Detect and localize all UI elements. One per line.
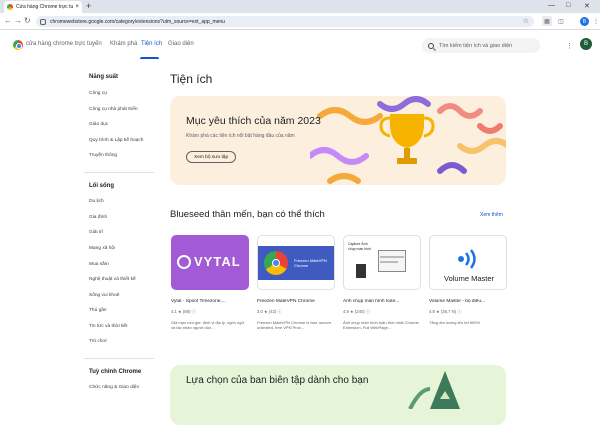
sidebar-item-news-weather[interactable]: Tin tức và thời tiết <box>89 324 127 329</box>
vytal-thumb-text: VYTAL <box>194 254 241 269</box>
card-name: Freezen MateVPN Chrome <box>257 299 315 304</box>
search-icon <box>428 42 434 49</box>
freezen-thumbnail: Freezen MateVPN Chrome <box>257 235 335 290</box>
volume-master-thumb-text: Volume Master <box>443 274 495 283</box>
address-bar[interactable]: chromewebstore.google.com/category/exten… <box>36 16 534 27</box>
confetti-illustration <box>310 96 506 184</box>
sidebar-item-workflow-planning[interactable]: Quy trình & Lập kế hoạch <box>89 138 143 143</box>
bookmark-star-icon[interactable]: ☆ <box>523 17 529 25</box>
sidebar-item-entertainment[interactable]: Giải trí <box>89 230 103 235</box>
new-tab-button[interactable]: + <box>86 1 91 11</box>
sidebar-section-customize: Tuỳ chỉnh Chrome <box>89 369 142 375</box>
tab-title: Cửa hàng Chrome trực tuyến <box>16 4 74 10</box>
card-rating: 4.8 ★ (36,7 N) ⓘ <box>429 309 462 314</box>
card-description: Ảnh chụp màn hình toàn thời nhất Chrome … <box>343 320 419 331</box>
browser-tab[interactable]: Cửa hàng Chrome trực tuyến × <box>4 1 82 13</box>
sidebar-item-communication[interactable]: Truyền thông <box>89 153 117 158</box>
sidebar-item-household[interactable]: Gia đình <box>89 215 107 220</box>
sidebar-item-social[interactable]: Mạng xã hội <box>89 246 115 251</box>
chrome-web-store-logo-icon[interactable] <box>13 40 23 50</box>
editors-picks-title: Lựa chọn của ban biên tập dành cho bạn <box>186 375 369 386</box>
active-nav-indicator <box>140 57 159 59</box>
account-avatar[interactable]: B <box>580 38 592 50</box>
nav-discover[interactable]: Khám phá <box>110 41 137 47</box>
card-name: Vytal - Spoof Timezone,... <box>171 299 226 304</box>
sidebar-item-fun[interactable]: Thú gần <box>89 308 107 313</box>
browser-toolbar: ← → ↻ chromewebstore.google.com/category… <box>0 13 600 30</box>
sidebar-divider <box>84 358 154 359</box>
nav-themes[interactable]: Giao diện <box>168 41 194 47</box>
banner-subtitle: Khám phá các tiện ích nổi bật hàng đầu c… <box>186 133 295 139</box>
card-description: Tăng âm lượng lên tới 600% <box>429 320 481 325</box>
favorites-2023-banner[interactable]: Mục yêu thích của năm 2023 Khám phá các … <box>170 96 506 185</box>
leaf-illustration <box>408 371 460 409</box>
freezen-thumb-text: Freezen MateVPN Chrome <box>294 258 327 268</box>
card-rating: 4.1 ★ (88) ⓘ <box>171 309 196 314</box>
close-window-icon[interactable]: ✕ <box>584 2 590 10</box>
screenshot-thumb-text: Capture Ảnh chụp màn hình <box>348 242 372 251</box>
store-header: cửa hàng chrome trực tuyến Khám phá Tiện… <box>0 30 600 60</box>
card-description: Freezen MateVPN Chrome is fast, secure, … <box>257 320 333 331</box>
forward-icon[interactable]: → <box>14 16 22 26</box>
sidebar-item-travel[interactable]: Du lịch <box>89 199 104 204</box>
vytal-logo-icon <box>177 255 191 269</box>
volume-master-thumbnail: Volume Master <box>429 235 507 290</box>
tab-strip: Cửa hàng Chrome trực tuyến × + — □ ✕ <box>0 0 600 13</box>
card-name: Ảnh chụp màn hình toàn... <box>343 299 400 304</box>
nav-extensions[interactable]: Tiện ích <box>141 41 162 47</box>
minimize-icon[interactable]: — <box>548 2 555 9</box>
card-rating: 3.0 ★ (42) ⓘ <box>257 309 282 314</box>
sidebar-item-wellbeing[interactable]: Sống vui khoẻ <box>89 293 119 298</box>
maximize-icon[interactable]: □ <box>566 2 570 9</box>
store-name[interactable]: cửa hàng chrome trực tuyến <box>26 41 102 47</box>
card-rating: 4.9 ★ (240) ⓘ <box>343 309 371 314</box>
sidebar-section-productivity: Năng suất <box>89 74 119 80</box>
card-description: Giả mạo múi giờ, định vị địa lý, ngôn ng… <box>171 320 245 331</box>
volume-icon <box>458 249 476 269</box>
banner-title: Mục yêu thích của năm 2023 <box>186 115 321 127</box>
view-collection-button[interactable]: Xem bộ sưu tập <box>186 151 237 163</box>
sidebar-divider <box>84 172 154 173</box>
page-title: Tiện ích <box>170 72 213 86</box>
extensions-icon[interactable]: ▦ <box>542 16 552 26</box>
close-tab-icon[interactable]: × <box>75 4 79 10</box>
sidebar-item-functions-themes[interactable]: Chức năng & Giao diện <box>89 385 139 390</box>
back-icon[interactable]: ← <box>4 16 12 26</box>
chrome-menu-icon[interactable]: ⋮ <box>591 16 600 26</box>
vytal-thumbnail: VYTAL <box>171 235 249 290</box>
person-icon <box>356 264 366 278</box>
sidebar-item-games[interactable]: Trò chơi <box>89 339 107 344</box>
recommendations-title: Blueseed thân mến, bạn có thể thích <box>170 209 325 220</box>
sidebar-item-art-design[interactable]: Nghệ thuật và thiết kế <box>89 277 136 282</box>
more-options-icon[interactable]: ⋮ <box>566 42 573 50</box>
editors-picks-banner[interactable]: Lựa chọn của ban biên tập dành cho bạn <box>170 365 506 425</box>
sidebar-section-lifestyle: Lối sống <box>89 183 114 189</box>
side-panel-icon[interactable]: ◫ <box>556 16 566 26</box>
screenshot-thumbnail: Capture Ảnh chụp màn hình <box>343 235 421 290</box>
url-text: chromewebstore.google.com/category/exten… <box>50 18 225 25</box>
search-box[interactable]: Tìm kiếm tiện ích và giao diện <box>422 38 540 53</box>
card-name: Volume Master - bộ điều... <box>429 299 485 304</box>
profile-avatar[interactable]: B <box>580 17 589 26</box>
sidebar-item-tools[interactable]: Công cụ <box>89 91 107 96</box>
site-info-icon[interactable] <box>40 18 46 25</box>
sidebar-item-education[interactable]: Giáo dục <box>89 122 108 127</box>
sidebar-item-developer-tools[interactable]: Công cụ nhà phát triển <box>89 107 138 112</box>
chrome-store-favicon-icon <box>7 4 13 10</box>
sidebar-item-shopping[interactable]: Mua sắm <box>89 262 109 267</box>
search-placeholder: Tìm kiếm tiện ích và giao diện <box>439 42 513 49</box>
see-more-link[interactable]: Xem thêm <box>480 212 503 218</box>
reload-icon[interactable]: ↻ <box>24 16 31 26</box>
